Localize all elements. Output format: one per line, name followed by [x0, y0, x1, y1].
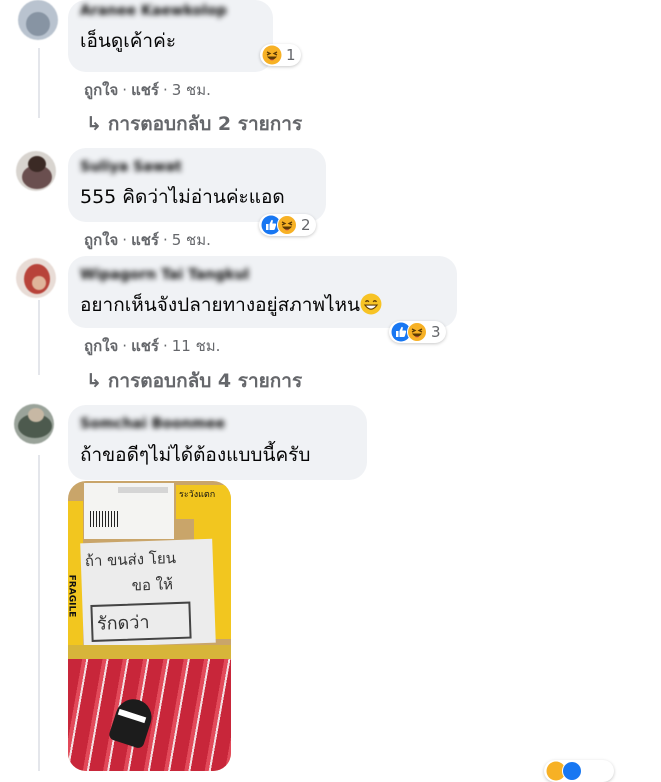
like-link[interactable]: ถูกใจ [84, 337, 118, 355]
haha-reaction-icon [277, 215, 297, 235]
comment-bubble: Aranee Kaewkolop เอ็นดูเค้าค่ะ [68, 0, 273, 72]
share-link[interactable]: แชร์ [131, 337, 159, 355]
comment-bubble: Wipagorn Tai Tangkul อยากเห็นจังปลายทางอ… [68, 256, 457, 328]
reaction-summary[interactable]: 3 [389, 321, 446, 343]
comment-time[interactable]: 5 ชม. [172, 231, 211, 249]
handwritten-sign: ถ้า ขนส่ง โยน ขอ ให้ รักดว่า [80, 538, 216, 648]
share-link[interactable]: แชร์ [131, 231, 159, 249]
comment-text: 555 คิดว่าไม่อ่านค่ะแอด [80, 186, 285, 208]
comment-bubble: Somchai Boonmee ถ้าขอดีๆไม่ได้ต้องแบบนี้… [68, 405, 367, 480]
replies-label: การตอบกลับ 2 รายการ [107, 113, 303, 135]
comment-author[interactable]: Suliya Sawat [80, 158, 314, 176]
warning-label-top-text: ระวังแตก [179, 490, 216, 500]
thread-line [38, 455, 40, 771]
reaction-count: 1 [286, 46, 296, 64]
comment-text-body: อยากเห็นจังปลายทางอยู่สภาพไหน [80, 294, 361, 316]
comment-author[interactable]: Wipagorn Tai Tangkul [80, 266, 445, 284]
label-strip [118, 487, 168, 493]
replies-label: การตอบกลับ 4 รายการ [107, 370, 303, 392]
comment-time[interactable]: 11 ชม. [172, 337, 221, 355]
like-link[interactable]: ถูกใจ [84, 81, 118, 99]
avatar[interactable] [16, 258, 56, 298]
reaction-summary[interactable] [544, 760, 614, 782]
reaction-count: 2 [301, 216, 311, 234]
like-link[interactable]: ถูกใจ [84, 231, 118, 249]
comment-time[interactable]: 3 ชม. [172, 81, 211, 99]
handwriting-line-2: ขอ ให้ [131, 575, 174, 595]
barcode [90, 511, 120, 527]
comment-photo[interactable]: ระวังแตก FRAGILE ถ้า ขนส่ง โยน ขอ ให้ รั… [68, 481, 231, 771]
comment-text: ถ้าขอดีๆไม่ได้ต้องแบบนี้ครับ [80, 444, 311, 466]
warning-label-top: ระวังแตก [176, 485, 231, 519]
comment-author[interactable]: Somchai Boonmee [80, 415, 355, 433]
haha-reaction-icon [262, 45, 282, 65]
reply-arrow-icon: ↳ [86, 370, 102, 392]
thread-line [38, 300, 40, 375]
avatar[interactable] [14, 404, 54, 444]
comment-actions: ถูกใจ · แชร์ · 11 ชม. [84, 337, 221, 355]
view-replies-link[interactable]: ↳ การตอบกลับ 2 รายการ [86, 109, 302, 139]
comment-text: เอ็นดูเค้าค่ะ [80, 30, 177, 52]
share-link[interactable]: แชร์ [131, 81, 159, 99]
comment-text: อยากเห็นจังปลายทางอยู่สภาพไหน [80, 292, 445, 318]
view-replies-link[interactable]: ↳ การตอบกลับ 4 รายการ [86, 366, 302, 396]
like-reaction-icon [562, 761, 582, 781]
reaction-summary[interactable]: 1 [260, 44, 301, 66]
fragile-tape-text: FRAGILE [68, 574, 77, 618]
comment-bubble: Suliya Sawat 555 คิดว่าไม่อ่านค่ะแอด [68, 148, 326, 222]
handwriting-line-1: ถ้า ขนส่ง โยน [84, 549, 177, 571]
grin-emoji-icon [360, 293, 382, 315]
comment-author[interactable]: Aranee Kaewkolop [80, 2, 261, 20]
comment-actions: ถูกใจ · แชร์ · 3 ชม. [84, 81, 211, 99]
avatar[interactable] [18, 0, 58, 40]
handwriting-line-3: รักดว่า [90, 601, 192, 642]
avatar[interactable] [16, 151, 56, 191]
haha-reaction-icon [407, 322, 427, 342]
comment-actions: ถูกใจ · แชร์ · 5 ชม. [84, 231, 211, 249]
thread-line [38, 48, 40, 118]
reply-arrow-icon: ↳ [86, 113, 102, 135]
reaction-summary[interactable]: 2 [259, 214, 316, 236]
reaction-count: 3 [431, 323, 441, 341]
